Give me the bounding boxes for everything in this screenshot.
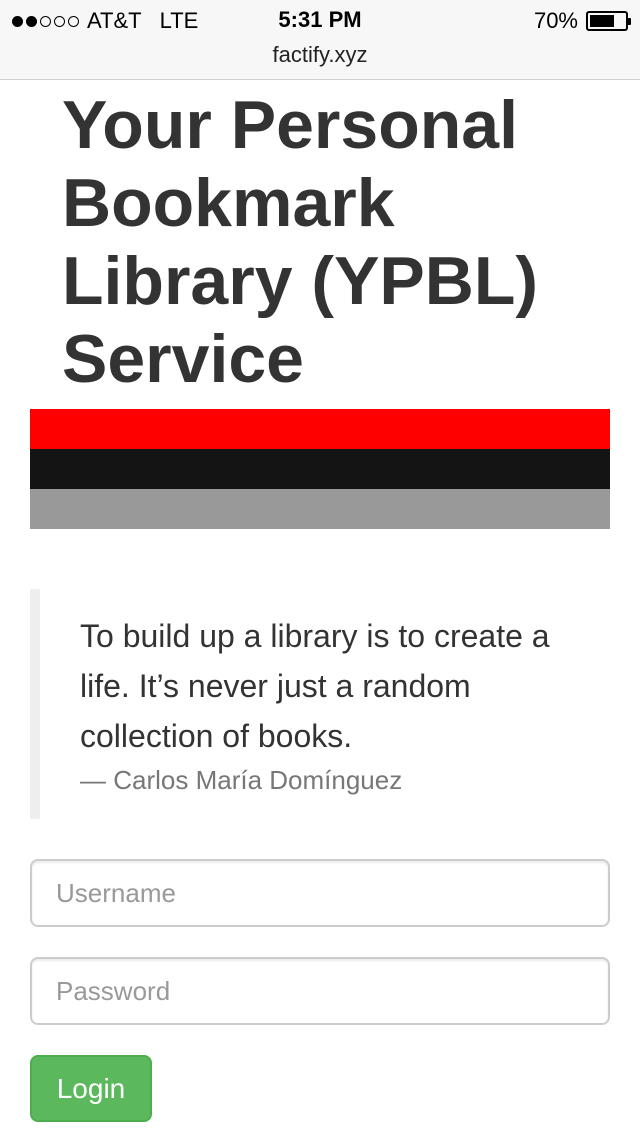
login-button[interactable]: Login [30,1055,152,1122]
banner-stripe-red [30,409,610,449]
quote-block: To build up a library is to create a lif… [30,589,610,819]
password-input[interactable] [30,957,610,1025]
battery-percent: 70% [533,8,578,33]
banner-stripe-gray [30,489,610,529]
page-title: Your Personal Bookmark Library (YPBL) Se… [62,87,539,397]
banner-stripe-black [30,449,610,489]
quote-text: To build up a library is to create a lif… [80,618,550,754]
status-bar: AT&T LTE 5:31 PM 70% factify.xyz [0,0,640,80]
quote-author: — Carlos María Domínguez [80,765,403,795]
address-bar[interactable]: factify.xyz [0,42,640,68]
battery-icon [586,11,631,31]
username-input[interactable] [30,859,610,927]
battery-indicator: 70% [533,8,631,34]
